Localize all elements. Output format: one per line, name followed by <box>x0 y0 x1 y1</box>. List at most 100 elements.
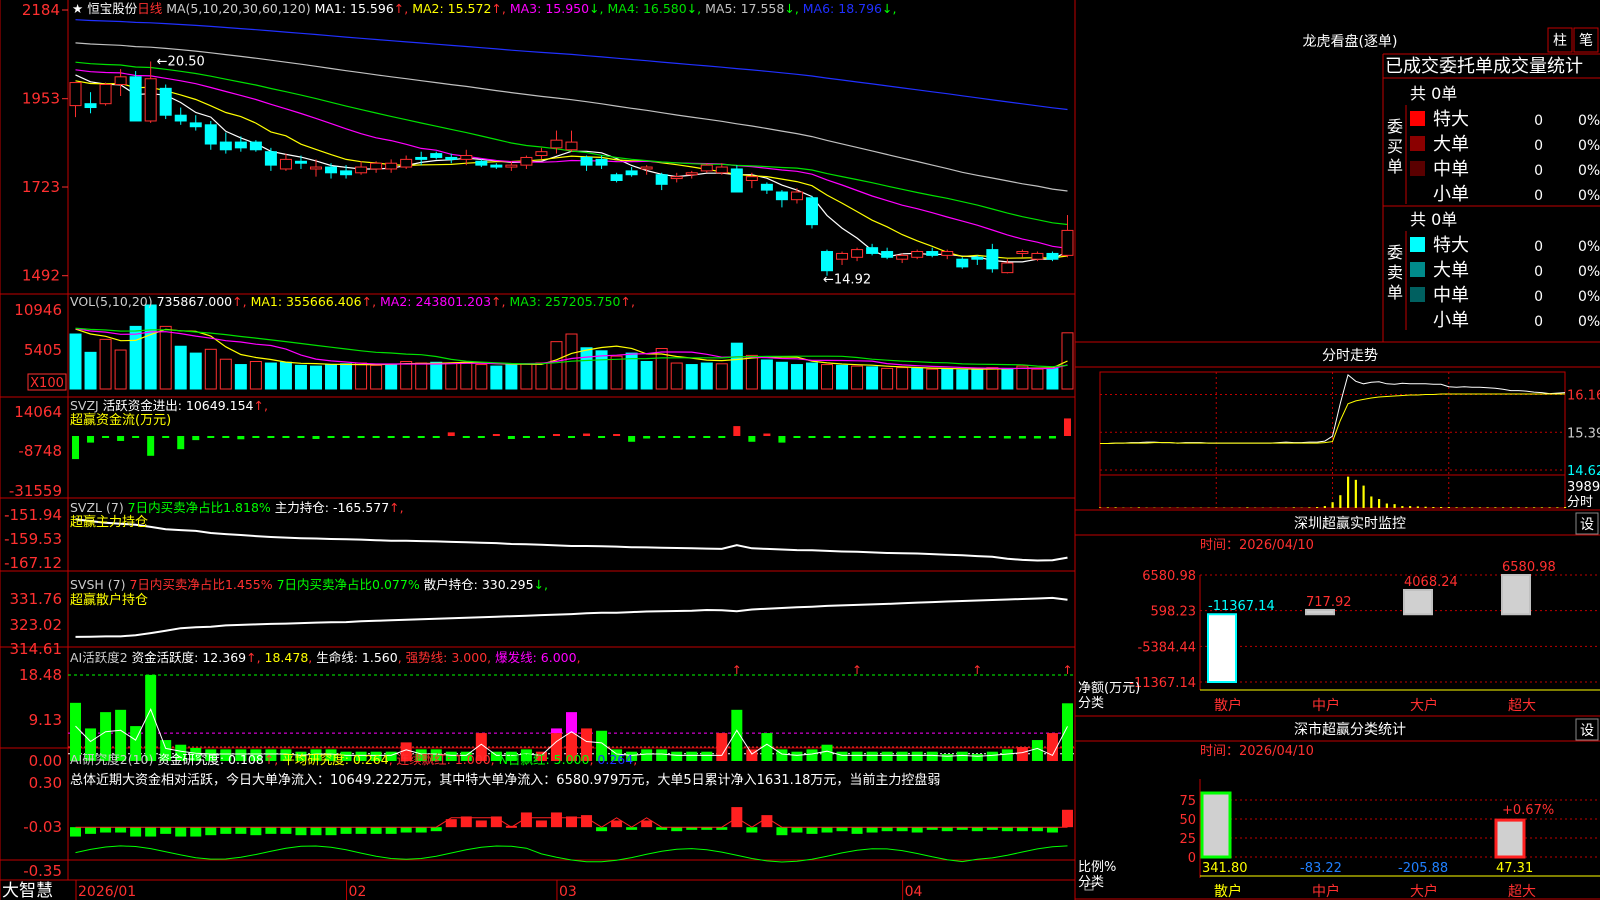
fund-flow-bar[interactable] <box>763 433 771 436</box>
volume-bar[interactable] <box>956 369 969 390</box>
fund-flow-bar[interactable] <box>853 436 861 438</box>
volume-bar[interactable] <box>866 366 879 390</box>
research-bar[interactable] <box>220 827 232 834</box>
candle-body[interactable] <box>565 141 578 151</box>
activity-bar[interactable] <box>1001 749 1013 761</box>
candle-body[interactable] <box>219 141 232 151</box>
fund-flow-bar[interactable] <box>883 436 891 438</box>
activity-bar[interactable] <box>806 749 818 761</box>
fund-flow-bar[interactable] <box>477 436 485 438</box>
research-bar[interactable] <box>190 827 202 837</box>
research-bar[interactable] <box>671 827 683 832</box>
volume-bar[interactable] <box>1001 367 1014 390</box>
volume-bar[interactable] <box>309 365 322 390</box>
fund-flow-bar[interactable] <box>387 436 395 438</box>
fund-flow-bar[interactable] <box>1063 418 1071 436</box>
activity-bar-top[interactable] <box>550 728 562 734</box>
fund-flow-bar[interactable] <box>1033 436 1041 439</box>
volume-bar[interactable] <box>219 358 232 390</box>
candle-body[interactable] <box>805 197 818 226</box>
candle-body[interactable] <box>159 87 172 116</box>
volume-bar[interactable] <box>881 367 894 390</box>
volume-bar[interactable] <box>385 364 398 390</box>
research-bar[interactable] <box>160 827 172 834</box>
volume-bar[interactable] <box>851 365 864 390</box>
candle-body[interactable] <box>775 191 788 201</box>
candle-body[interactable] <box>640 166 653 170</box>
fund-flow-bar[interactable] <box>447 432 455 436</box>
research-bar[interactable] <box>175 827 187 837</box>
candle-body[interactable] <box>610 174 623 181</box>
volume-bar[interactable] <box>670 362 683 390</box>
candle-body[interactable] <box>249 141 262 151</box>
candle-body[interactable] <box>700 164 713 172</box>
candle-body[interactable] <box>896 254 909 260</box>
activity-bar[interactable] <box>1016 747 1028 761</box>
fund-flow-bar[interactable] <box>898 436 906 438</box>
research-bar[interactable] <box>731 807 743 828</box>
activity-bar[interactable] <box>656 749 668 761</box>
activity-bar[interactable] <box>821 744 833 761</box>
candle-body[interactable] <box>460 155 473 160</box>
candle-body[interactable] <box>1046 252 1059 260</box>
fund-flow-bar[interactable] <box>402 436 410 438</box>
fund-flow-bar[interactable] <box>102 436 110 438</box>
research-bar[interactable] <box>746 827 758 833</box>
fund-flow-bar[interactable] <box>177 436 185 450</box>
candle-body[interactable] <box>340 170 353 176</box>
fund-flow-bar[interactable] <box>537 436 545 438</box>
fund-flow-bar[interactable] <box>327 436 335 438</box>
volume-bar[interactable] <box>1046 367 1059 390</box>
candle-body[interactable] <box>580 156 593 166</box>
research-bar[interactable] <box>475 820 487 828</box>
volume-bar[interactable] <box>715 363 728 390</box>
research-bar[interactable] <box>85 827 97 834</box>
candle-body[interactable] <box>520 156 533 166</box>
volume-bar[interactable] <box>445 362 458 390</box>
activity-bar[interactable] <box>671 751 683 761</box>
fund-flow-bar[interactable] <box>72 436 80 460</box>
research-bar[interactable] <box>265 827 277 834</box>
volume-bar[interactable] <box>760 359 773 390</box>
candle-body[interactable] <box>730 168 743 193</box>
fund-flow-bar[interactable] <box>583 433 591 436</box>
candle-body[interactable] <box>99 83 112 105</box>
volume-bar[interactable] <box>941 368 954 390</box>
candle-body[interactable] <box>279 158 292 170</box>
activity-bar[interactable] <box>986 751 998 761</box>
fund-flow-bar[interactable] <box>372 436 380 438</box>
candle-body[interactable] <box>189 122 202 128</box>
volume-bar[interactable] <box>911 367 924 390</box>
research-bar[interactable] <box>535 820 547 828</box>
activity-bar[interactable] <box>971 754 983 761</box>
candle-body[interactable] <box>911 251 924 258</box>
sz-monitor-bar[interactable] <box>1501 574 1531 616</box>
research-bar[interactable] <box>310 827 322 836</box>
fund-flow-bar[interactable] <box>87 436 95 443</box>
research-bar[interactable] <box>1046 827 1058 833</box>
candle-body[interactable] <box>971 256 984 260</box>
fund-flow-bar[interactable] <box>297 436 305 438</box>
volume-bar[interactable] <box>685 364 698 390</box>
volume-bar[interactable] <box>700 362 713 390</box>
volume-bar[interactable] <box>1061 332 1074 390</box>
research-bar[interactable] <box>415 827 427 833</box>
sz-monitor-bar[interactable] <box>1403 588 1433 616</box>
fund-flow-bar[interactable] <box>598 436 606 438</box>
candle-body[interactable] <box>685 172 698 176</box>
fund-flow-bar[interactable] <box>733 426 741 436</box>
fund-flow-bar[interactable] <box>973 436 981 438</box>
candle-body[interactable] <box>430 153 443 158</box>
fund-flow-bar[interactable] <box>282 436 290 438</box>
candle-body[interactable] <box>1016 251 1029 254</box>
volume-bar[interactable] <box>775 361 788 390</box>
candle-body[interactable] <box>84 103 97 109</box>
volume-bar[interactable] <box>790 364 803 390</box>
volume-bar[interactable] <box>926 368 939 390</box>
candle-body[interactable] <box>370 162 383 170</box>
research-bar[interactable] <box>1061 809 1073 828</box>
fund-flow-bar[interactable] <box>793 436 801 438</box>
volume-bar[interactable] <box>294 364 307 390</box>
candle-body[interactable] <box>445 156 458 160</box>
fund-flow-bar[interactable] <box>342 436 350 438</box>
